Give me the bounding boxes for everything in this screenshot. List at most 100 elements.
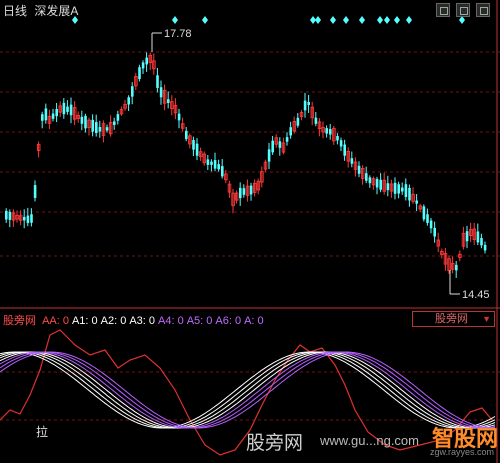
candle-down [401, 187, 404, 192]
indicator-value-3: A3: 0 [129, 315, 156, 327]
candle-down [167, 99, 170, 103]
candle-down [30, 214, 33, 223]
indicator-name: 股旁网 [3, 315, 36, 327]
signal-diamond [330, 16, 336, 24]
candle-down [217, 164, 220, 170]
candle-down [44, 108, 48, 121]
candle-down [393, 182, 397, 194]
candle-down [210, 161, 213, 165]
candle-down [206, 159, 210, 165]
chevron-down-icon: ▼ [482, 314, 491, 324]
low-price-label: 14.45 [462, 289, 490, 301]
candle-down [404, 184, 408, 197]
candle-down [145, 57, 148, 65]
watermark-brand-url: zgw.rayyes.com [430, 447, 495, 457]
indicator-value-6: A6: 0 [215, 315, 242, 327]
signal-diamond [343, 16, 349, 24]
candle-down [325, 128, 328, 134]
candle-down [55, 109, 58, 117]
candle-down [476, 231, 480, 243]
candle-down [84, 115, 87, 129]
candle-down [249, 185, 253, 195]
candle-down [33, 185, 37, 198]
signal-diamond [172, 16, 178, 24]
signal-diamond [459, 16, 465, 24]
candle-down [339, 140, 343, 147]
watermark-site: 股旁网 [246, 433, 304, 454]
candle-down [267, 149, 271, 162]
indicator-header: 股旁网 AA: 0 A1: 0 A2: 0 A3: 0 A4: 0 A5: 0 A6: 0A… [3, 312, 270, 328]
candle-down [415, 200, 418, 204]
candle-down [483, 244, 487, 251]
candle-down [397, 184, 400, 194]
indicator-selector[interactable]: 股旁网 ▼ [412, 311, 495, 327]
candle-down [343, 144, 346, 156]
candle-down [131, 86, 134, 97]
indicator-value-4: A4: 0 [158, 315, 184, 327]
signal-diamond [377, 16, 383, 24]
signal-marker-text: 拉 [36, 424, 48, 439]
candle-down [213, 160, 217, 169]
candle-down [408, 187, 411, 201]
candle-down [455, 264, 458, 271]
candle-down [185, 130, 188, 140]
candle-down [192, 140, 195, 150]
high-price-label: 17.78 [164, 28, 192, 40]
chart-header: 日线 深发展A [3, 2, 82, 19]
candle-down [433, 227, 436, 237]
indicator-value-1: A1: 0 [71, 315, 98, 327]
period-label[interactable]: 日线 [3, 4, 27, 18]
indicator-value-7: A: 0 [244, 315, 264, 327]
candle-down [314, 117, 318, 124]
candle-down [285, 137, 289, 142]
candle-down [429, 220, 433, 229]
candle-down [105, 127, 109, 131]
candle-down [307, 101, 310, 106]
candle-down [156, 75, 159, 88]
candle-down [221, 166, 224, 177]
candle-down [289, 127, 292, 136]
candle-down [95, 122, 98, 133]
signal-diamond [202, 16, 208, 24]
indicator-value-2: A2: 0 [100, 315, 127, 327]
window-icon[interactable] [436, 3, 450, 17]
candle-down [98, 127, 102, 132]
candle-down [80, 116, 84, 124]
candle-down [357, 165, 361, 174]
candle-down [51, 113, 55, 119]
candle-down [138, 67, 141, 80]
candle-down [116, 114, 120, 121]
candle-down [375, 179, 379, 188]
candle-down [422, 206, 426, 220]
candle-down [69, 104, 73, 116]
candle-down [239, 187, 242, 199]
close-icon[interactable] [476, 3, 490, 17]
candle-down [5, 210, 8, 220]
watermark-url: www.gu...ng.com [320, 433, 419, 448]
candle-down [329, 128, 332, 135]
indicator-value-0: AA: 0 [42, 315, 69, 327]
signal-diamond [406, 16, 412, 24]
candle-down [62, 102, 66, 115]
candle-down [195, 143, 199, 156]
candle-down [141, 62, 145, 69]
candle-down [296, 117, 300, 126]
candle-down [379, 179, 382, 190]
candle-down [113, 121, 116, 125]
chart-canvas: 17.78 14.45 拉 [0, 0, 500, 463]
chart-window: 17.78 14.45 拉 日线 深发展A 股旁网 AA: 0 A1: 0 A2: 0A… [0, 0, 500, 463]
candle-down [480, 237, 483, 246]
candle-down [271, 140, 274, 153]
candle-down [386, 183, 390, 191]
candle-down [26, 215, 30, 224]
candle-down [336, 135, 339, 141]
candle-down [365, 173, 368, 181]
candle-down [159, 87, 163, 98]
indicator-selector-label: 股旁网 [435, 313, 468, 325]
candle-down [41, 114, 44, 121]
signal-diamond [359, 16, 365, 24]
signal-diamond [384, 16, 390, 24]
signal-diamond [315, 16, 321, 24]
settings-icon[interactable] [456, 3, 470, 17]
candle-down [8, 211, 12, 220]
